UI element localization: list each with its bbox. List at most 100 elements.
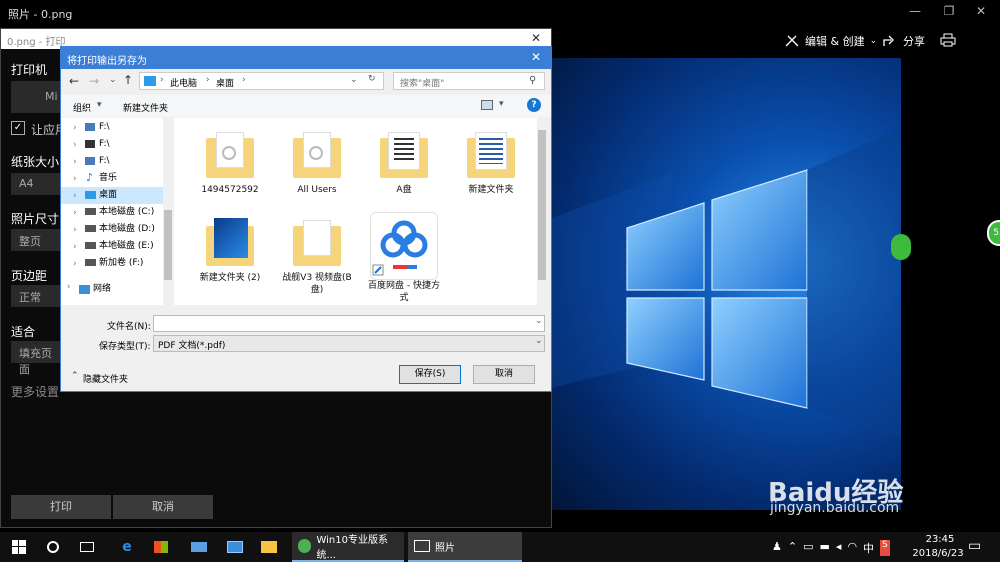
search-input[interactable]: 搜索"桌面"	[393, 72, 545, 90]
app-button[interactable]	[220, 532, 250, 562]
floating-badge[interactable]: 55	[987, 220, 1000, 246]
chevron-down-icon[interactable]: ⌄	[535, 316, 543, 326]
expand-arrow-icon[interactable]: ›	[67, 282, 71, 292]
chevron-down-icon[interactable]: ⌄	[535, 336, 543, 346]
maximize-button[interactable]: ❐	[934, 4, 964, 22]
taskbar-app-label: Win10专业版系统...	[316, 535, 388, 561]
print-close-icon[interactable]: ✕	[531, 31, 541, 45]
fit-select[interactable]: 填充页面	[11, 341, 63, 376]
hide-folders-button[interactable]: 隐藏文件夹	[83, 372, 128, 385]
photo-size-label: 照片尺寸	[11, 212, 60, 226]
refresh-icon[interactable]: ↻	[368, 74, 376, 84]
filename-label: 文件名(N):	[107, 322, 151, 332]
printer-select[interactable]: Mi	[11, 81, 63, 113]
start-button[interactable]	[4, 532, 34, 562]
search-button[interactable]	[38, 532, 68, 562]
print-button[interactable]	[940, 33, 956, 47]
chevron-up-icon[interactable]: ⌃	[71, 371, 79, 381]
print-cancel-button[interactable]: 取消	[113, 495, 213, 519]
baidu-url: jingyan.baidu.com	[770, 500, 900, 516]
filename-input[interactable]	[153, 315, 545, 332]
organize-menu[interactable]: 组织	[73, 101, 91, 114]
address-bar[interactable]: › 此电脑 › 桌面 › ⌄ ↻	[139, 72, 384, 90]
new-folder-button[interactable]: 新建文件夹	[123, 101, 168, 114]
folder-icon	[380, 130, 428, 178]
breadcrumb-sep-icon: ›	[206, 75, 210, 85]
app-button[interactable]	[184, 532, 214, 562]
photo-canvas	[552, 58, 901, 510]
margins-label: 页边距	[11, 269, 48, 283]
store-icon	[154, 541, 168, 553]
chevron-up-icon[interactable]: ⌃	[788, 540, 797, 556]
breadcrumb-sep-icon: ›	[160, 75, 164, 85]
explorer-button[interactable]	[254, 532, 284, 562]
chevron-down-icon: ▾	[97, 100, 102, 110]
view-icon[interactable]	[481, 100, 493, 110]
save-type-select[interactable]: PDF 文档(*.pdf)	[153, 335, 545, 352]
drive-icon	[85, 123, 95, 131]
file-list: 1494572592 All Users A盘 新建文件夹 新建文件夹 (2) …	[174, 118, 547, 305]
history-dropdown-icon[interactable]: ⌄	[109, 75, 117, 85]
expand-arrows[interactable]: › › › › › › › › ›	[73, 120, 77, 273]
store-button[interactable]	[146, 532, 176, 562]
printer-label: 打印机	[11, 63, 48, 77]
up-arrow-icon[interactable]: ↑	[123, 73, 133, 87]
file-item[interactable]: 1494572592	[190, 118, 270, 208]
photo-margin: 55	[891, 58, 1000, 510]
breadcrumb-sep-icon: ›	[242, 75, 246, 85]
taskbar-app-browser[interactable]: Win10专业版系统...	[292, 532, 404, 562]
help-icon[interactable]: ?	[527, 98, 541, 112]
ime-indicator[interactable]: 中	[863, 540, 874, 556]
file-item[interactable]: All Users	[277, 118, 357, 208]
folder-icon	[261, 541, 277, 553]
taskbar-app-photos[interactable]: 照片	[408, 532, 522, 562]
clock-time: 23:45	[925, 534, 955, 545]
drive-icon	[85, 140, 95, 148]
breadcrumb-this-pc[interactable]: 此电脑	[170, 76, 197, 89]
system-tray[interactable]: ♟ ⌃ ▭ ▬ ◂ ◠ 中 S	[772, 540, 890, 556]
clock-date: 2018/6/23	[912, 548, 964, 559]
chevron-down-icon: ⌄	[869, 36, 878, 46]
file-item[interactable]: 战舰V3 视频盘(B盘)	[277, 206, 357, 296]
breadcrumb-desktop[interactable]: 桌面	[216, 76, 234, 89]
minimize-button[interactable]: —	[900, 4, 930, 22]
hard-drive-icon	[85, 259, 96, 266]
folder-icon	[467, 130, 515, 178]
more-settings-link[interactable]: 更多设置	[11, 383, 59, 400]
paper-size-select[interactable]: A4	[11, 173, 63, 195]
file-item[interactable]: 新建文件夹	[451, 118, 531, 208]
save-button[interactable]: 保存(S)	[399, 365, 461, 384]
view-dropdown-icon[interactable]: ▾	[499, 99, 504, 109]
margins-select[interactable]: 正常	[11, 285, 63, 307]
back-arrow-icon[interactable]: ←	[69, 74, 79, 88]
cancel-button[interactable]: 取消	[473, 365, 535, 384]
apply-checkbox[interactable]: ✓	[11, 121, 25, 135]
photos-icon	[414, 540, 430, 552]
nav-scroll-thumb[interactable]	[164, 210, 172, 280]
task-view-icon	[80, 542, 94, 552]
notification-icon[interactable]: ▭	[968, 538, 981, 554]
command-bar: 组织 ▾ 新建文件夹 ▾ ?	[61, 95, 551, 117]
task-view-button[interactable]	[72, 532, 102, 562]
files-scroll-thumb[interactable]	[538, 130, 546, 280]
nav-item-network[interactable]: 网络	[61, 281, 163, 298]
files-scrollbar[interactable]	[537, 118, 547, 305]
forward-arrow-icon[interactable]: →	[89, 74, 99, 88]
close-button[interactable]: ✕	[966, 4, 996, 22]
edge-icon: e	[122, 539, 132, 555]
edge-button[interactable]: e	[112, 532, 142, 562]
address-dropdown-icon[interactable]: ⌄	[350, 75, 358, 85]
nav-scrollbar[interactable]	[163, 118, 173, 305]
windows-logo-image	[552, 128, 901, 438]
file-item[interactable]: 百度网盘 - 快捷方式	[364, 206, 444, 303]
share-button[interactable]: 分享	[882, 33, 925, 49]
photo-size-select[interactable]: 整页	[11, 229, 63, 251]
laptop-icon	[191, 542, 207, 552]
print-submit-button[interactable]: 打印	[11, 495, 111, 519]
folder-icon	[293, 218, 341, 266]
file-item[interactable]: 新建文件夹 (2)	[190, 206, 270, 296]
save-close-icon[interactable]: ✕	[531, 50, 541, 64]
search-icon: ⚲	[529, 75, 537, 86]
edit-create-button[interactable]: 编辑 & 创建 ⌄	[784, 33, 877, 49]
file-item[interactable]: A盘	[364, 118, 444, 208]
